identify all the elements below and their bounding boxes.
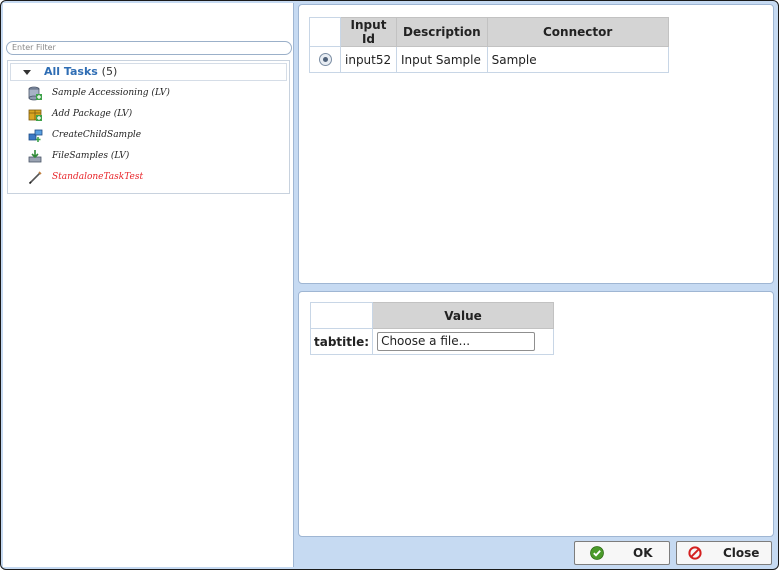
column-header-input-id: Input Id bbox=[340, 17, 397, 47]
database-icon bbox=[28, 86, 42, 101]
table-row: tabtitle: Choose a file... bbox=[309, 328, 555, 355]
row-radio-button[interactable] bbox=[318, 52, 332, 66]
task-item-label: CreateChildSample bbox=[52, 130, 142, 140]
label-column-header bbox=[309, 302, 374, 329]
column-header-value: Value bbox=[372, 302, 555, 329]
tree-root-label: All Tasks (5) bbox=[44, 65, 118, 78]
task-item-label: StandaloneTaskTest bbox=[52, 172, 144, 182]
file-samples-icon bbox=[28, 150, 42, 163]
column-header-description: Description bbox=[396, 17, 488, 47]
column-header-connector: Connector bbox=[486, 17, 669, 47]
ok-button-label: OK bbox=[633, 546, 653, 560]
filter-input[interactable] bbox=[6, 41, 292, 55]
cell-input-id: input52 bbox=[340, 46, 397, 73]
cell-connector: Sample bbox=[486, 46, 669, 73]
task-item-label: Add Package (LV) bbox=[52, 109, 133, 119]
collapse-triangle-icon[interactable] bbox=[23, 70, 31, 75]
close-button-label: Close bbox=[723, 546, 760, 560]
ok-button[interactable]: OK bbox=[574, 541, 670, 565]
close-button[interactable]: Close bbox=[676, 541, 772, 565]
task-item-label: Sample Accessioning (LV) bbox=[52, 88, 170, 98]
inputs-table: Input Id Description Connector input52 I… bbox=[309, 17, 669, 73]
row-label-tabtitle: tabtitle: bbox=[309, 328, 374, 355]
task-tree: All Tasks (5) Sample Accessioning (LV) A… bbox=[7, 60, 290, 194]
task-sidebar: All Tasks (5) Sample Accessioning (LV) bbox=[3, 3, 294, 567]
inputs-panel: Input Id Description Connector input52 I… bbox=[298, 4, 774, 284]
task-count: (5) bbox=[101, 65, 118, 78]
dialog-window: All Tasks (5) Sample Accessioning (LV) bbox=[0, 0, 779, 570]
value-cell: Choose a file... bbox=[372, 328, 555, 355]
value-panel: Value tabtitle: Choose a file... bbox=[298, 291, 774, 537]
child-sample-icon bbox=[28, 129, 43, 142]
table-row[interactable]: input52 Input Sample Sample bbox=[309, 46, 669, 73]
value-table: Value tabtitle: Choose a file... bbox=[309, 302, 555, 355]
tree-root-all-tasks[interactable]: All Tasks (5) bbox=[10, 63, 287, 81]
select-column-header bbox=[309, 17, 341, 47]
close-circle-icon bbox=[688, 546, 702, 560]
package-icon bbox=[28, 109, 42, 121]
task-item-label: FileSamples (LV) bbox=[52, 151, 130, 161]
check-circle-icon bbox=[590, 546, 604, 560]
pencil-icon bbox=[28, 171, 42, 185]
cell-description: Input Sample bbox=[396, 46, 488, 73]
row-select-cell[interactable] bbox=[309, 46, 341, 73]
file-chooser-input[interactable]: Choose a file... bbox=[377, 332, 536, 351]
